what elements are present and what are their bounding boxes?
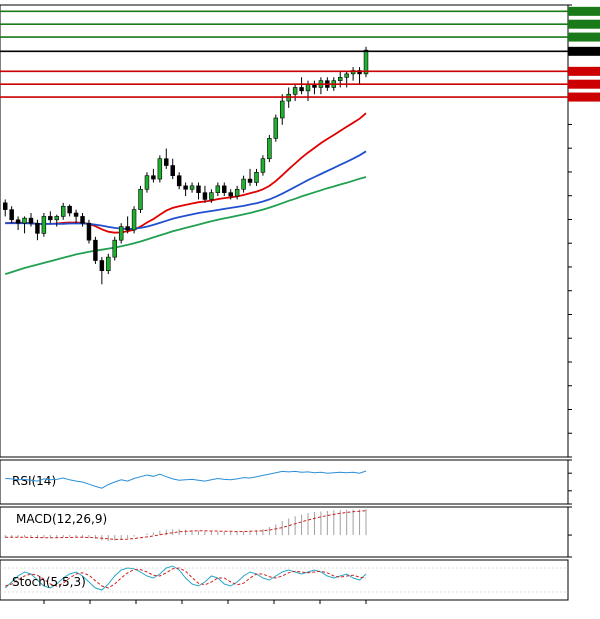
candle — [131, 206, 137, 234]
candle — [41, 213, 47, 237]
candle-body — [80, 216, 85, 224]
candle-body — [222, 185, 227, 193]
candle-body — [228, 192, 233, 197]
candle-body — [157, 158, 163, 180]
candle — [273, 114, 279, 142]
x-axis — [43, 600, 367, 604]
price-tag-box — [568, 19, 600, 29]
candle-body — [15, 219, 21, 224]
candle-body — [125, 226, 130, 231]
candle — [86, 219, 92, 244]
candle-body — [144, 175, 150, 190]
candle-body — [196, 185, 201, 193]
candle — [267, 134, 272, 163]
candle-body — [2, 202, 8, 210]
price-tag-box — [568, 46, 600, 56]
candle-body — [48, 216, 53, 221]
candle-body — [254, 171, 259, 183]
price-tag-box — [568, 6, 600, 16]
candle-body — [99, 260, 105, 272]
candle-body — [260, 158, 266, 173]
candle-body — [202, 192, 208, 200]
candle-body — [164, 158, 169, 166]
candle-body — [60, 205, 66, 217]
candle-body — [73, 212, 79, 217]
candle-body — [189, 185, 195, 190]
main-price-panel — [0, 4, 600, 458]
candle-body — [106, 256, 111, 272]
price-tag-box — [568, 66, 600, 76]
candle-body — [337, 76, 343, 81]
candle-body — [183, 185, 188, 190]
candle-body — [28, 217, 34, 224]
main-panel-frame — [0, 4, 569, 458]
macd-label: MACD(12,26,9) — [16, 512, 107, 526]
candle-body — [22, 217, 27, 224]
candle-body — [209, 192, 214, 200]
candle-body — [273, 117, 279, 139]
candle-body — [54, 216, 59, 221]
candle-body — [151, 175, 156, 180]
candle-body — [112, 239, 117, 258]
candle-body — [118, 226, 124, 241]
rsi-ticks — [568, 459, 572, 505]
candle-body — [344, 73, 349, 78]
candle-body — [234, 188, 240, 197]
candle-body — [131, 209, 137, 231]
chart-root: RSI(14) MACD(12,26,9) Stoch(5,5,3) — [0, 0, 600, 615]
candle-body — [138, 188, 143, 210]
stoch-label: Stoch(5,5,3) — [12, 575, 86, 589]
price-tag-box — [568, 32, 600, 42]
candle — [138, 185, 143, 214]
candle-body — [241, 178, 246, 190]
candle — [112, 236, 117, 261]
candle-body — [363, 49, 369, 75]
candle-body — [41, 216, 47, 234]
rsi-panel-frame — [0, 459, 569, 505]
candle-body — [35, 222, 40, 234]
candle-body — [86, 222, 92, 241]
candle-body — [299, 87, 304, 92]
candle — [93, 236, 98, 264]
candle-body — [215, 185, 221, 193]
candle-body — [305, 83, 311, 92]
candle-body — [280, 100, 285, 119]
macd-panel: MACD(12,26,9) — [0, 506, 572, 558]
price-tag-box — [568, 79, 600, 89]
stoch-panel: Stoch(5,5,3) — [0, 559, 569, 601]
candle-body — [170, 165, 175, 176]
candle — [157, 155, 163, 183]
candle-body — [267, 138, 272, 160]
candle-body — [67, 205, 72, 214]
candle-body — [176, 175, 182, 187]
candle-body — [247, 178, 253, 183]
macd-ticks — [568, 506, 572, 558]
candle-body — [93, 239, 98, 261]
chart-svg: RSI(14) MACD(12,26,9) Stoch(5,5,3) — [0, 4, 600, 604]
candle-body — [9, 209, 14, 221]
candle-body — [292, 87, 298, 95]
price-tag-box — [568, 92, 600, 102]
rsi-panel: RSI(14) — [0, 459, 572, 505]
